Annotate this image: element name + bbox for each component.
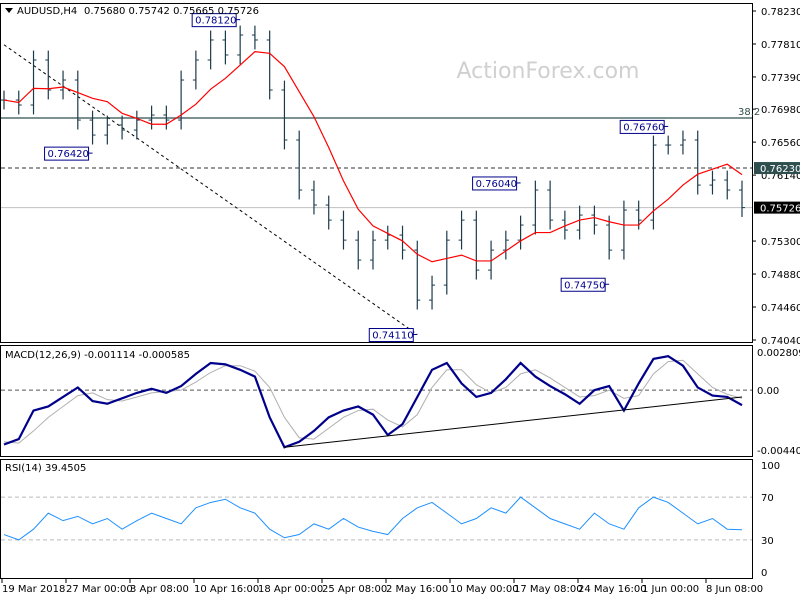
y-tick-label: 0.74460 bbox=[761, 303, 800, 314]
y-tick-label: 0.74040 bbox=[761, 336, 800, 347]
rsi-tick-label: 70 bbox=[761, 493, 774, 504]
macd-tick-label: 0.002809 bbox=[757, 348, 800, 359]
rsi-tick-label: 30 bbox=[761, 536, 774, 547]
y-tick-label: 0.77390 bbox=[761, 73, 800, 84]
watermark: ActionForex.com bbox=[457, 59, 640, 84]
y-tick-label: 0.77810 bbox=[761, 40, 800, 51]
x-tick-label: 17 May 08:00 bbox=[514, 584, 583, 595]
macd-tick-label: -0.004403 bbox=[757, 446, 800, 457]
price-label: 0.76420 bbox=[48, 149, 89, 160]
x-tick-label: 27 Mar 00:00 bbox=[66, 584, 133, 595]
level-price-label: 0.76230 bbox=[760, 164, 800, 175]
price-label: 0.76760 bbox=[623, 122, 664, 133]
trading-chart[interactable]: 0.782300.778100.773900.769800.765600.761… bbox=[0, 0, 800, 600]
macd-tick-label: 0.00 bbox=[757, 386, 779, 397]
price-label: 0.74110 bbox=[372, 331, 413, 342]
rsi-tick-label: 0 bbox=[761, 568, 767, 579]
rsi-title: RSI(14) 39.4505 bbox=[5, 463, 86, 474]
x-tick-label: 24 May 16:00 bbox=[578, 584, 647, 595]
symbol-header: AUDUSD,H4 bbox=[17, 6, 77, 17]
x-tick-label: 2 May 16:00 bbox=[386, 584, 448, 595]
macd-title: MACD(12,26,9) -0.001114 -0.000585 bbox=[5, 350, 190, 361]
x-tick-label: 19 Mar 2018 bbox=[2, 584, 65, 595]
fib-label: 38.2 bbox=[738, 107, 760, 118]
x-tick-label: 10 May 00:00 bbox=[450, 584, 519, 595]
y-tick-label: 0.76980 bbox=[761, 105, 800, 116]
price-label: 0.76040 bbox=[476, 179, 517, 190]
x-tick-label: 25 Apr 08:00 bbox=[322, 584, 387, 595]
y-tick-label: 0.78230 bbox=[761, 7, 800, 18]
y-tick-label: 0.74880 bbox=[761, 270, 800, 281]
y-tick-label: 0.75300 bbox=[761, 237, 800, 248]
y-tick-label: 0.76560 bbox=[761, 138, 800, 149]
x-tick-label: 10 Apr 16:00 bbox=[194, 584, 259, 595]
current-price-label: 0.75726 bbox=[760, 204, 800, 215]
price-label: 0.78120 bbox=[195, 16, 236, 27]
x-tick-label: 3 Apr 08:00 bbox=[130, 584, 189, 595]
rsi-tick-label: 100 bbox=[761, 461, 780, 472]
price-label: 0.74750 bbox=[564, 280, 605, 291]
x-tick-label: 1 Jun 00:00 bbox=[642, 584, 699, 595]
ohlc-header: 0.75680 0.75742 0.75665 0.75726 bbox=[84, 6, 259, 17]
x-tick-label: 8 Jun 08:00 bbox=[706, 584, 763, 595]
x-tick-label: 18 Apr 00:00 bbox=[258, 584, 323, 595]
